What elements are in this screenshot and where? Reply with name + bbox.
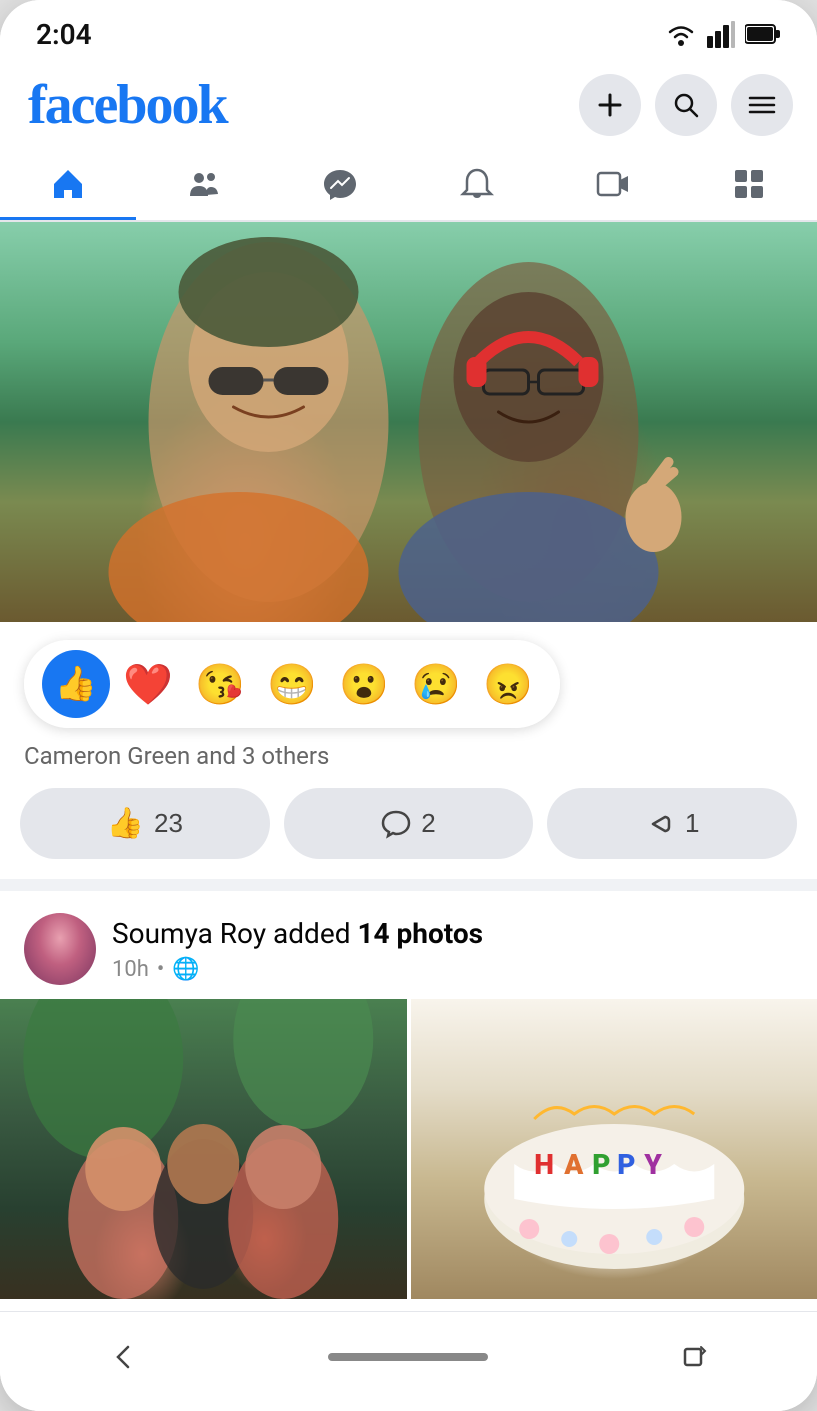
marketplace-icon [731, 166, 767, 202]
reactions-row: 👍 ❤️ 😘 😁 😮 😢 [0, 622, 817, 738]
comment-icon [381, 809, 411, 839]
photo-cell-2[interactable]: H A P P Y [411, 999, 817, 1299]
messenger-icon [322, 166, 358, 202]
selfie-svg [0, 222, 817, 622]
post2-action: added [273, 917, 357, 950]
bottom-bar [0, 1311, 817, 1411]
search-icon [672, 91, 700, 119]
video-icon [595, 166, 631, 202]
likes-text: Cameron Green and 3 others [0, 738, 817, 778]
cake-bg: H A P P Y [411, 999, 817, 1299]
notification-icon [459, 166, 495, 202]
post-image-1 [0, 222, 817, 622]
wow-reaction-button[interactable]: 😮 [330, 650, 398, 718]
haha-emoji: 😁 [267, 661, 317, 708]
post2-author-name: Soumya Roy [112, 917, 266, 950]
reactions-bubble: 👍 ❤️ 😘 😁 😮 😢 [24, 640, 560, 728]
home-indicator[interactable] [328, 1353, 488, 1361]
svg-text:P: P [592, 1148, 610, 1181]
phone-frame: 2:04 facebook [0, 0, 817, 1411]
rotate-icon [679, 1343, 707, 1371]
rotate-button[interactable] [649, 1329, 737, 1385]
post-card-1: 👍 ❤️ 😘 😁 😮 😢 [0, 222, 817, 879]
comment-button[interactable]: 2 [284, 788, 534, 859]
facebook-logo: facebook [28, 77, 227, 133]
hamburger-icon [748, 94, 776, 116]
svg-text:H: H [534, 1148, 554, 1181]
share-button[interactable]: 1 [547, 788, 797, 859]
angry-emoji: 😠 [483, 661, 533, 708]
plus-icon [596, 91, 624, 119]
kiss-emoji: 😘 [195, 661, 245, 708]
svg-text:A: A [563, 1148, 584, 1181]
search-button[interactable] [655, 74, 717, 136]
post2-meta: Soumya Roy added 14 photos 10h • 🌐 [112, 916, 793, 981]
tab-notifications[interactable] [409, 150, 545, 220]
haha-reaction-button[interactable]: 😁 [258, 650, 326, 718]
post-card-2: Soumya Roy added 14 photos 10h • 🌐 [0, 891, 817, 1299]
action-buttons: 👍 23 2 1 [0, 778, 817, 879]
back-icon [110, 1343, 138, 1371]
thumb-up-icon: 👍 [107, 806, 144, 841]
love-emoji: ❤️ [123, 661, 173, 708]
battery-icon [745, 23, 781, 45]
wifi-icon [665, 20, 697, 48]
status-icons [665, 20, 781, 48]
post2-timestamp: 10h • 🌐 [112, 957, 793, 982]
like-reaction-button[interactable]: 👍 [42, 650, 110, 718]
wow-emoji: 😮 [339, 661, 389, 708]
svg-text:P: P [617, 1148, 635, 1181]
avatar-image [24, 913, 96, 985]
sad-reaction-button[interactable]: 😢 [402, 650, 470, 718]
post2-privacy-icon: 🌐 [172, 957, 199, 982]
status-time: 2:04 [36, 18, 92, 51]
status-bar: 2:04 [0, 0, 817, 60]
tab-watch[interactable] [545, 150, 681, 220]
add-button[interactable] [579, 74, 641, 136]
photo-grid: H A P P Y [0, 999, 817, 1299]
cake-svg: H A P P Y [411, 999, 817, 1299]
tab-messenger[interactable] [272, 150, 408, 220]
nav-tabs [0, 150, 817, 222]
friends-icon [186, 166, 222, 202]
tab-home[interactable] [0, 150, 136, 220]
like-emoji: 👍 [55, 664, 97, 704]
angry-reaction-button[interactable]: 😠 [474, 650, 542, 718]
photo-cell-1[interactable] [0, 999, 407, 1299]
svg-text:Y: Y [643, 1148, 662, 1181]
post2-photos-label: 14 photos [357, 917, 483, 950]
like-button[interactable]: 👍 23 [20, 788, 270, 859]
avatar [24, 913, 96, 985]
menu-button[interactable] [731, 74, 793, 136]
post2-author-line: Soumya Roy added 14 photos [112, 916, 793, 952]
feed: 👍 ❤️ 😘 😁 😮 😢 [0, 222, 817, 1299]
tab-friends[interactable] [136, 150, 272, 220]
love-reaction-button[interactable]: ❤️ [114, 650, 182, 718]
home-icon [50, 166, 86, 202]
like-count: 23 [154, 808, 183, 839]
photo1-svg [0, 999, 407, 1299]
post2-header: Soumya Roy added 14 photos 10h • 🌐 [0, 891, 817, 999]
header: facebook [0, 60, 817, 150]
share-count: 1 [685, 808, 699, 839]
share-icon [645, 809, 675, 839]
sad-emoji: 😢 [411, 661, 461, 708]
header-actions [579, 74, 793, 136]
tab-marketplace[interactable] [681, 150, 817, 220]
kiss-reaction-button[interactable]: 😘 [186, 650, 254, 718]
post2-time-text: 10h [112, 957, 149, 982]
signal-icon [707, 20, 735, 48]
back-button[interactable] [80, 1329, 168, 1385]
comment-count: 2 [421, 808, 435, 839]
post2-dot: • [157, 957, 164, 982]
